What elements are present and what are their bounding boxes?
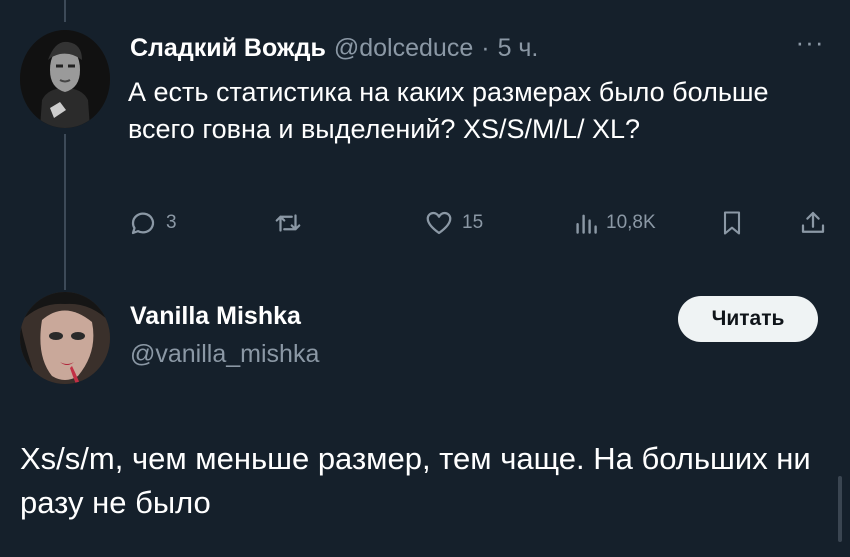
reply-author-name[interactable]: Vanilla Mishka (130, 302, 301, 331)
reply-text: Xs/s/m, чем меньше размер, тем чаще. На … (20, 441, 811, 520)
reply-count: 3 (166, 212, 177, 233)
avatar-portrait-icon (20, 292, 110, 384)
thread-connector-top (64, 0, 66, 22)
thread-connector (64, 134, 66, 290)
scrollbar[interactable] (838, 476, 842, 542)
heart-icon (426, 211, 452, 235)
share-icon (801, 211, 825, 233)
tweet-text: А есть статистика на каких размерах было… (128, 77, 769, 144)
tweet-thread-view: Сладкий Вождь @dolceduce · 5 ч. ··· А ес… (0, 0, 850, 557)
retweet-icon (275, 214, 301, 232)
reply-icon (131, 212, 155, 235)
author-name[interactable]: Сладкий Вождь (130, 34, 326, 63)
like-button[interactable]: 15 (424, 206, 483, 240)
avatar-portrait-icon (20, 30, 110, 128)
bookmark-button[interactable] (718, 206, 746, 240)
views-count: 10,8K (606, 212, 656, 233)
views-button[interactable]: 10,8K (574, 206, 656, 240)
views-chart-icon (576, 214, 597, 234)
bookmark-icon (723, 211, 741, 235)
like-count: 15 (462, 212, 484, 233)
header-separator: · (481, 33, 490, 62)
share-button[interactable] (798, 206, 828, 240)
avatar[interactable] (20, 292, 110, 384)
reply-author-handle[interactable]: @vanilla_mishka (130, 340, 319, 369)
tweet-header: Сладкий Вождь @dolceduce · 5 ч. (130, 32, 538, 64)
avatar[interactable] (20, 30, 110, 128)
follow-button[interactable]: Читать (678, 296, 818, 342)
tweet-time[interactable]: 5 ч. (498, 34, 539, 63)
more-options-icon[interactable]: ··· (790, 29, 830, 56)
author-handle[interactable]: @dolceduce (334, 34, 473, 63)
tweet-actions-bar: 3 15 10,8K (128, 206, 833, 240)
retweet-button[interactable] (272, 206, 312, 240)
reply-button[interactable]: 3 (128, 206, 177, 240)
